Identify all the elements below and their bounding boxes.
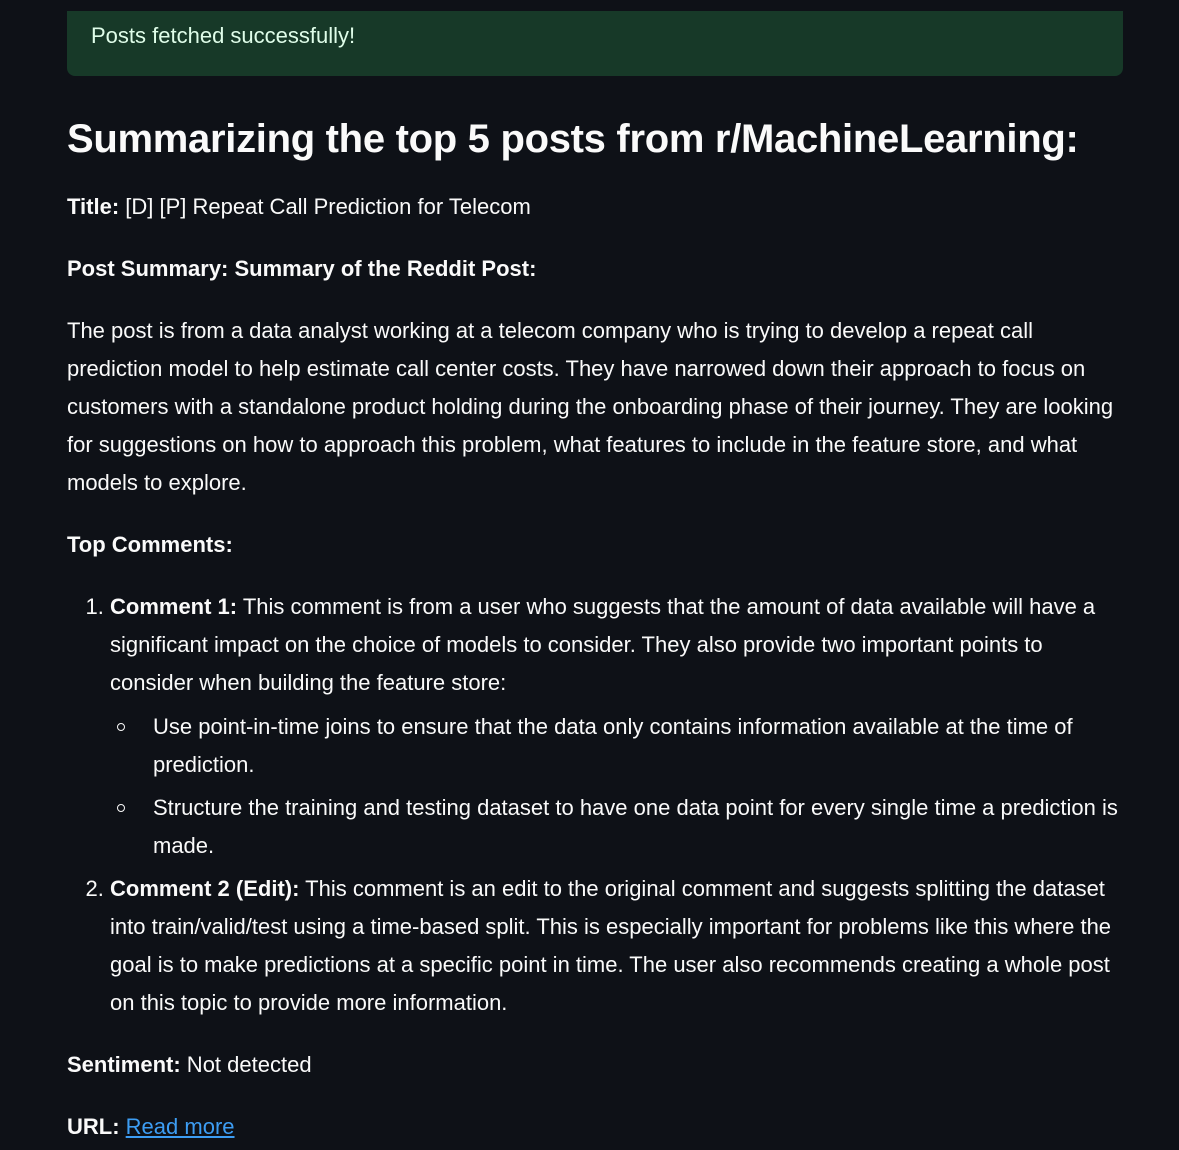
- sentiment-value: Not detected: [180, 1052, 312, 1077]
- comment-item: Comment 1: This comment is from a user w…: [110, 588, 1123, 865]
- comment-label: Comment 2 (Edit):: [110, 876, 300, 901]
- success-alert-message: Posts fetched successfully!: [91, 23, 356, 48]
- comments-list: Comment 1: This comment is from a user w…: [67, 588, 1123, 1022]
- post-title-label: Title:: [67, 194, 120, 219]
- comment-text: This comment is from a user who suggests…: [110, 594, 1096, 695]
- comment-points-list: Use point-in-time joins to ensure that t…: [110, 708, 1123, 865]
- sentiment-line: Sentiment: Not detected: [67, 1046, 1123, 1084]
- post-summary-label: Post Summary: Summary of the Reddit Post…: [67, 256, 537, 281]
- comment-point-text: Structure the training and testing datas…: [153, 795, 1118, 858]
- sentiment-label: Sentiment:: [67, 1052, 181, 1077]
- read-more-link[interactable]: Read more: [126, 1114, 235, 1139]
- circle-bullet-icon: [117, 723, 125, 731]
- post-summary-heading-line: Post Summary: Summary of the Reddit Post…: [67, 250, 1123, 288]
- post-title-line: Title: [D] [P] Repeat Call Prediction fo…: [67, 188, 1123, 226]
- post-summary-block: Title: [D] [P] Repeat Call Prediction fo…: [67, 188, 1123, 1150]
- top-comments-label: Top Comments:: [67, 532, 233, 557]
- top-comments-heading-line: Top Comments:: [67, 526, 1123, 564]
- url-line: URL: Read more: [67, 1108, 1123, 1146]
- page-heading: Summarizing the top 5 posts from r/Machi…: [67, 117, 1079, 161]
- comment-point: Structure the training and testing datas…: [117, 789, 1123, 865]
- comment-label: Comment 1:: [110, 594, 238, 619]
- comment-item: Comment 2 (Edit): This comment is an edi…: [110, 870, 1123, 1022]
- post-summary-text: The post is from a data analyst working …: [67, 318, 1114, 495]
- comment-point: Use point-in-time joins to ensure that t…: [117, 708, 1123, 784]
- success-alert: Posts fetched successfully!: [67, 11, 1123, 76]
- url-label: URL:: [67, 1114, 120, 1139]
- post-title: [D] [P] Repeat Call Prediction for Telec…: [119, 194, 531, 219]
- comment-point-text: Use point-in-time joins to ensure that t…: [153, 714, 1073, 777]
- circle-bullet-icon: [117, 804, 125, 812]
